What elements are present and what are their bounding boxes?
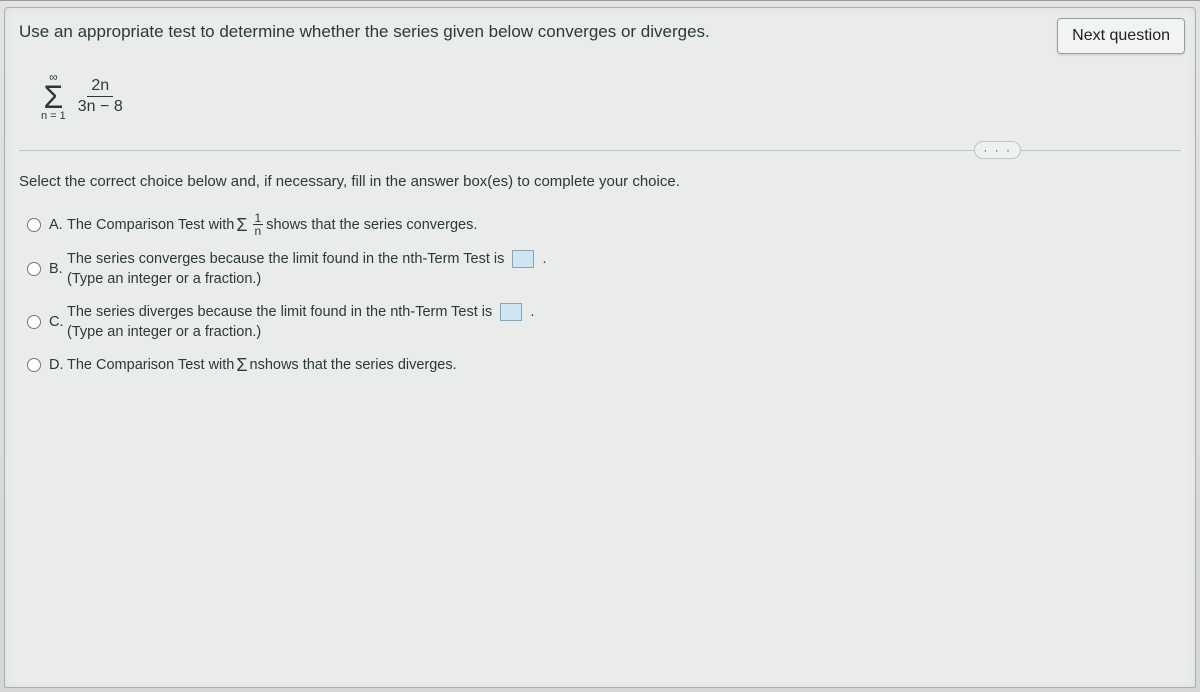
next-question-button[interactable]: Next question xyxy=(1057,18,1185,54)
choice-b-radio[interactable] xyxy=(27,262,41,276)
header-row: Use an appropriate test to determine whe… xyxy=(5,8,1195,54)
choice-a-body: The Comparison Test with Σ 1 n shows tha… xyxy=(67,212,477,237)
instruction-text: Select the correct choice below and, if … xyxy=(19,173,1195,190)
choice-a-text-post: shows that the series converges. xyxy=(266,217,477,233)
choice-d-radio[interactable] xyxy=(27,358,41,372)
choice-c-radio[interactable] xyxy=(27,315,41,329)
choice-d-body: The Comparison Test with Σn shows that t… xyxy=(67,354,457,375)
fraction-denominator: 3n − 8 xyxy=(74,97,127,116)
choice-b-label: B. xyxy=(49,261,67,277)
choice-d-term: n xyxy=(250,357,258,373)
choice-c[interactable]: C. The series diverges because the limit… xyxy=(27,302,1195,343)
choice-b-body: The series converges because the limit f… xyxy=(67,249,546,290)
choice-c-line1-post: . xyxy=(530,304,534,320)
choice-c-body: The series diverges because the limit fo… xyxy=(67,302,534,343)
choice-a-frac-den: n xyxy=(253,225,264,237)
answer-choices: A. The Comparison Test with Σ 1 n shows … xyxy=(27,212,1195,375)
choice-c-answer-input[interactable] xyxy=(500,303,522,321)
choice-a-radio[interactable] xyxy=(27,218,41,232)
sigma-notation: ∞ Σ n = 1 xyxy=(41,71,66,122)
choice-d-text-pre: The Comparison Test with xyxy=(67,357,234,373)
choice-a[interactable]: A. The Comparison Test with Σ 1 n shows … xyxy=(27,212,1195,237)
choice-a-label: A. xyxy=(49,217,67,233)
choice-d-text-post: shows that the series diverges. xyxy=(258,357,457,373)
sigma-lower-bound: n = 1 xyxy=(41,111,66,122)
choice-b-line1-pre: The series converges because the limit f… xyxy=(67,251,508,267)
app-shell: Use an appropriate test to determine whe… xyxy=(0,0,1200,692)
choice-b-line2: (Type an integer or a fraction.) xyxy=(67,269,546,289)
choice-d-label: D. xyxy=(49,357,67,373)
choice-d-sigma: Σ xyxy=(236,355,247,376)
question-prompt: Use an appropriate test to determine whe… xyxy=(19,18,1057,42)
choice-b-line1-post: . xyxy=(542,251,546,267)
section-divider: · · · xyxy=(19,150,1181,151)
choice-d[interactable]: D. The Comparison Test with Σn shows tha… xyxy=(27,354,1195,375)
overflow-ellipsis[interactable]: · · · xyxy=(974,141,1021,159)
choice-c-line1-pre: The series diverges because the limit fo… xyxy=(67,304,496,320)
sigma-symbol: Σ xyxy=(41,84,66,110)
series-expression: ∞ Σ n = 1 2n 3n − 8 xyxy=(41,64,1195,128)
choice-c-label: C. xyxy=(49,314,67,330)
choice-a-text-pre: The Comparison Test with xyxy=(67,217,234,233)
choice-c-line2: (Type an integer or a fraction.) xyxy=(67,322,534,342)
choice-a-sigma: Σ xyxy=(236,215,247,236)
series-fraction: 2n 3n − 8 xyxy=(74,77,127,116)
question-panel: Use an appropriate test to determine whe… xyxy=(4,7,1196,688)
choice-a-fraction: 1 n xyxy=(253,212,264,237)
fraction-numerator: 2n xyxy=(87,77,113,97)
choice-b[interactable]: B. The series converges because the limi… xyxy=(27,249,1195,290)
choice-b-answer-input[interactable] xyxy=(512,250,534,268)
